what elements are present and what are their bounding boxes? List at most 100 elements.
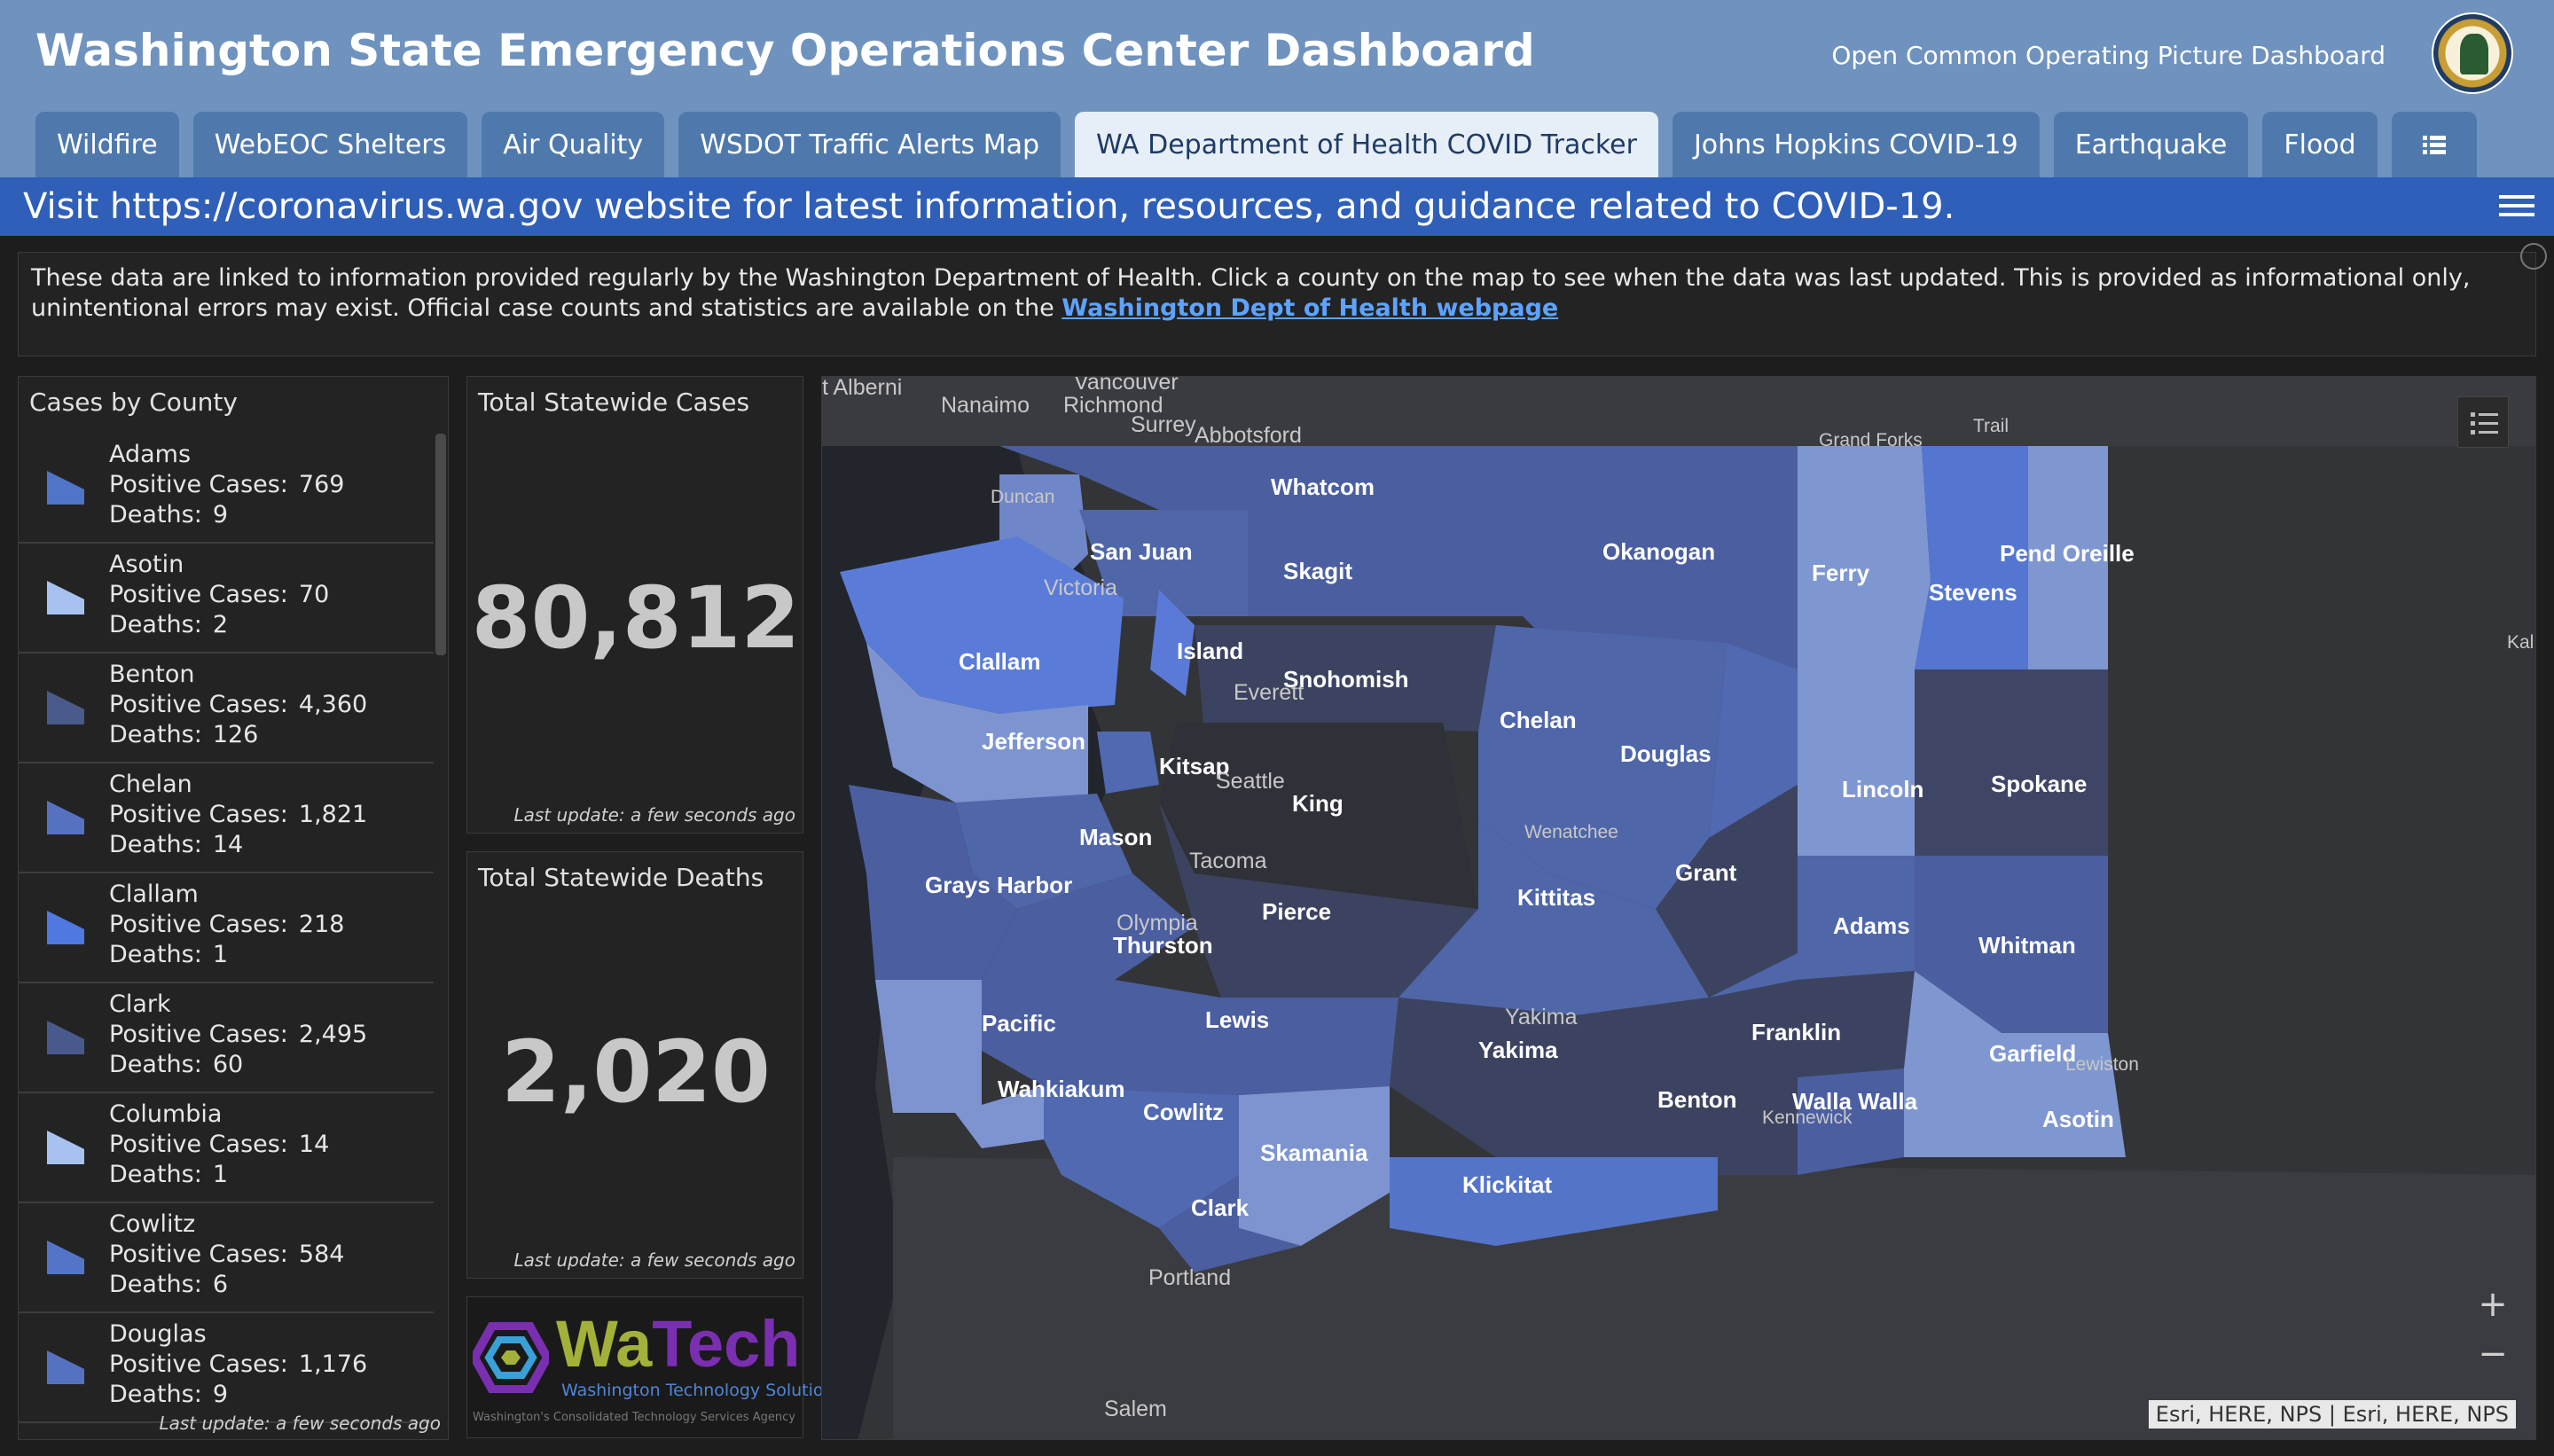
- county-name: Clallam: [109, 881, 199, 908]
- svg-text:Franklin: Franklin: [1751, 1019, 1841, 1045]
- zoom-controls: + −: [2468, 1280, 2518, 1379]
- svg-text:Lincoln: Lincoln: [1842, 776, 1923, 802]
- county-color-swatch: [47, 801, 84, 834]
- svg-text:t Alberni: t Alberni: [822, 377, 902, 400]
- county-cases: Positive Cases: 769: [109, 471, 345, 498]
- map-canvas[interactable]: Whatcom San Juan Skagit Okanogan Ferry S…: [822, 377, 2536, 1440]
- tab-bar: Wildfire WebEOC Shelters Air Quality WSD…: [35, 112, 2477, 177]
- county-list-item[interactable]: Clark Positive Cases: 2,495 Deaths: 60: [19, 983, 434, 1093]
- county-cases: Positive Cases: 218: [109, 911, 345, 938]
- svg-text:Trail: Trail: [1973, 416, 2009, 436]
- svg-text:Yakima: Yakima: [1505, 1005, 1578, 1029]
- county-cases: Positive Cases: 14: [109, 1131, 330, 1158]
- svg-text:Tacoma: Tacoma: [1189, 849, 1267, 873]
- svg-text:Kennewick: Kennewick: [1762, 1108, 1853, 1128]
- county-list-item[interactable]: Adams Positive Cases: 769 Deaths: 9: [19, 434, 434, 544]
- county-list-item[interactable]: Asotin Positive Cases: 70 Deaths: 2: [19, 544, 434, 654]
- county-deaths: Deaths: 9: [109, 501, 228, 528]
- svg-text:Vancouver: Vancouver: [1074, 377, 1179, 395]
- county-color-swatch: [47, 1131, 84, 1164]
- watech-logo: WaTech Washington Technology Solutions W…: [466, 1296, 842, 1438]
- svg-text:Pacific: Pacific: [982, 1010, 1056, 1037]
- county-map[interactable]: Whatcom San Juan Skagit Okanogan Ferry S…: [821, 376, 2536, 1440]
- svg-text:Skagit: Skagit: [1283, 558, 1352, 584]
- county-deaths: Deaths: 126: [109, 721, 259, 748]
- svg-text:Grand Forks: Grand Forks: [1819, 430, 1923, 450]
- county-color-swatch: [47, 471, 84, 505]
- panel-title: Total Statewide Deaths: [478, 863, 764, 892]
- svg-text:Cowlitz: Cowlitz: [1143, 1099, 1224, 1125]
- county-list-item[interactable]: Chelan Positive Cases: 1,821 Deaths: 14: [19, 763, 434, 873]
- tab-wildfire[interactable]: Wildfire: [35, 112, 179, 177]
- svg-text:Abbotsford: Abbotsford: [1195, 423, 1302, 448]
- svg-text:San Juan: San Juan: [1090, 538, 1193, 565]
- county-name: Adams: [109, 441, 192, 468]
- county-color-swatch: [47, 1021, 84, 1054]
- county-shapes[interactable]: [840, 446, 2126, 1272]
- county-list-item[interactable]: Columbia Positive Cases: 14 Deaths: 1: [19, 1093, 434, 1203]
- svg-text:Surrey: Surrey: [1131, 412, 1196, 437]
- svg-text:Kittitas: Kittitas: [1517, 884, 1595, 911]
- county-name: Chelan: [109, 771, 192, 798]
- tab-flood[interactable]: Flood: [2262, 112, 2378, 177]
- svg-text:Garfield: Garfield: [1989, 1040, 2076, 1067]
- tab-johns-hopkins[interactable]: Johns Hopkins COVID-19: [1672, 112, 2040, 177]
- list-icon: [2422, 136, 2446, 154]
- svg-text:Whatcom: Whatcom: [1271, 474, 1375, 500]
- covid-banner: Visit https://coronavirus.wa.gov website…: [0, 177, 2554, 236]
- county-deaths: Deaths: 60: [109, 1051, 244, 1078]
- svg-text:Spokane: Spokane: [1991, 771, 2087, 797]
- last-update-text: Last update: a few seconds ago: [513, 804, 795, 826]
- county-deaths: Deaths: 1: [109, 1161, 228, 1188]
- svg-text:Thurston: Thurston: [1113, 932, 1213, 959]
- county-color-swatch: [47, 691, 84, 724]
- scrollbar[interactable]: [435, 434, 446, 655]
- svg-text:Jefferson: Jefferson: [982, 728, 1085, 755]
- svg-text:Benton: Benton: [1657, 1086, 1737, 1113]
- svg-text:Okanogan: Okanogan: [1602, 538, 1715, 565]
- county-list-item[interactable]: Cowlitz Positive Cases: 584 Deaths: 6: [19, 1203, 434, 1313]
- tab-more[interactable]: [2391, 112, 2477, 177]
- county-list-item[interactable]: Douglas Positive Cases: 1,176 Deaths: 9: [19, 1313, 434, 1423]
- county-name: Benton: [109, 661, 195, 688]
- svg-text:Stevens: Stevens: [1929, 579, 2017, 606]
- total-deaths-value: 2,020: [501, 1022, 771, 1122]
- tab-air-quality[interactable]: Air Quality: [482, 112, 665, 177]
- county-cases: Positive Cases: 1,821: [109, 801, 368, 828]
- county-name: Columbia: [109, 1100, 223, 1128]
- county-cases: Positive Cases: 4,360: [109, 691, 368, 718]
- svg-text:Nanaimo: Nanaimo: [941, 393, 1030, 418]
- svg-text:Duncan: Duncan: [991, 487, 1054, 507]
- svg-text:Clark: Clark: [1191, 1194, 1250, 1221]
- legend-button[interactable]: [2457, 396, 2509, 448]
- panel-title: Cases by County: [29, 387, 238, 417]
- header-bar: Washington State Emergency Operations Ce…: [0, 0, 2554, 177]
- svg-text:Wenatchee: Wenatchee: [1524, 822, 1618, 842]
- svg-text:Grays Harbor: Grays Harbor: [925, 872, 1072, 898]
- tab-webeoc-shelters[interactable]: WebEOC Shelters: [192, 112, 468, 177]
- county-name: Asotin: [109, 551, 184, 578]
- county-list-item[interactable]: Clallam Positive Cases: 218 Deaths: 1: [19, 873, 434, 983]
- county-kitsap: [1097, 732, 1159, 794]
- county-list-item[interactable]: Benton Positive Cases: 4,360 Deaths: 126: [19, 654, 434, 763]
- total-cases-panel: Total Statewide Cases 80,812 Last update…: [466, 376, 803, 834]
- svg-text:Pierce: Pierce: [1262, 898, 1331, 925]
- county-deaths: Deaths: 2: [109, 611, 228, 638]
- zoom-in-button[interactable]: +: [2468, 1280, 2518, 1329]
- panel-title: Total Statewide Cases: [478, 387, 750, 417]
- svg-text:Yakima: Yakima: [1478, 1037, 1558, 1063]
- banner-text: Visit https://coronavirus.wa.gov website…: [23, 186, 1955, 227]
- menu-icon[interactable]: [2499, 190, 2534, 222]
- tab-covid-tracker[interactable]: WA Department of Health COVID Tracker: [1075, 112, 1658, 177]
- zoom-out-button[interactable]: −: [2468, 1329, 2518, 1379]
- expand-icon[interactable]: [2520, 243, 2547, 270]
- tab-wsdot-traffic[interactable]: WSDOT Traffic Alerts Map: [678, 112, 1062, 177]
- county-color-swatch: [47, 911, 84, 944]
- tab-earthquake[interactable]: Earthquake: [2053, 112, 2249, 177]
- svg-text:Klickitat: Klickitat: [1462, 1171, 1552, 1198]
- svg-text:Seattle: Seattle: [1216, 769, 1285, 794]
- doh-webpage-link[interactable]: Washington Dept of Health webpage: [1062, 294, 1558, 322]
- watech-tagline: Washington Technology Solutions: [561, 1381, 843, 1400]
- svg-text:Grant: Grant: [1675, 859, 1737, 886]
- county-name: Cowlitz: [109, 1210, 196, 1238]
